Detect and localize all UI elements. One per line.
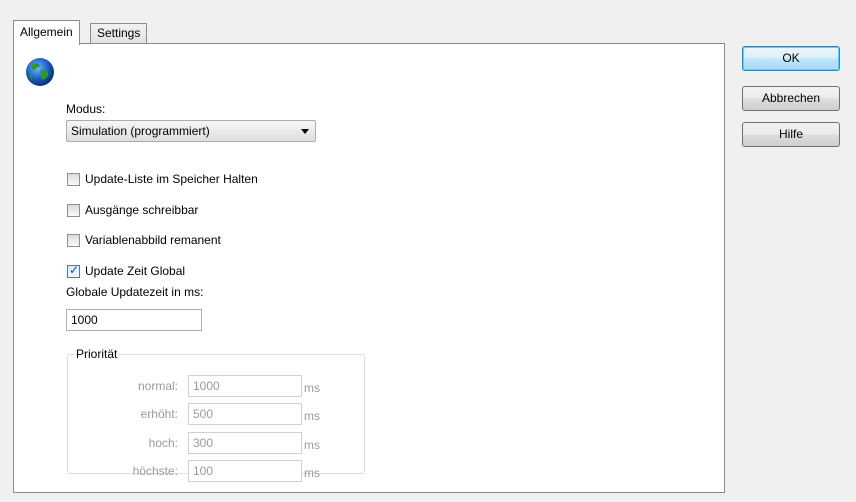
checkbox-label-ausgaenge[interactable]: Ausgänge schreibbar (85, 203, 198, 217)
ok-button[interactable]: OK (742, 46, 840, 71)
modus-label: Modus: (66, 102, 106, 116)
priority-label-hoch: hoch: (148, 436, 178, 450)
priority-unit-hoechste: ms (304, 466, 320, 480)
priority-unit-erhoeht: ms (304, 409, 320, 423)
tab-allgemein[interactable]: Allgemein (13, 20, 80, 45)
priority-legend: Priorität (76, 347, 118, 361)
globe-icon (24, 56, 56, 88)
tab-panel-allgemein: Modus: Simulation (programmiert) Update-… (13, 43, 725, 493)
checkbox-update-zeit-global[interactable]: ✓ (67, 263, 80, 278)
checkbox-update-liste[interactable] (67, 173, 80, 186)
cancel-button[interactable]: Abbrechen (742, 86, 840, 111)
checkbox-label-update-liste[interactable]: Update-Liste im Speicher Halten (85, 172, 258, 186)
checkmark-icon: ✓ (69, 263, 80, 277)
priority-input-normal: 1000 (188, 375, 302, 397)
priority-unit-normal: ms (304, 381, 320, 395)
checkbox-label-update-zeit-global[interactable]: Update Zeit Global (85, 264, 185, 278)
priority-input-hoch: 300 (188, 432, 302, 454)
priority-label-normal: normal: (137, 379, 178, 393)
priority-label-erhoeht: erhöht: (140, 407, 178, 421)
priority-row-hoechste: höchste: 100 ms (68, 460, 366, 482)
priority-row-erhoeht: erhöht: 500 ms (68, 403, 366, 425)
modus-select[interactable]: Simulation (programmiert) (66, 120, 316, 142)
global-update-label: Globale Updatezeit in ms: (66, 285, 204, 299)
modus-select-value: Simulation (programmiert) (71, 124, 210, 138)
priority-input-hoechste: 100 (188, 460, 302, 482)
priority-row-normal: normal: 1000 ms (68, 375, 366, 397)
help-button[interactable]: Hilfe (742, 122, 840, 147)
priority-unit-hoch: ms (304, 438, 320, 452)
priority-row-hoch: hoch: 300 ms (68, 432, 366, 454)
priority-label-hoechste: höchste: (132, 464, 178, 478)
priority-input-erhoeht: 500 (188, 403, 302, 425)
tab-settings[interactable]: Settings (90, 23, 148, 43)
priority-group: Priorität normal: 1000 ms erhöht: 500 ms… (67, 347, 366, 482)
chevron-down-icon (301, 129, 309, 134)
checkbox-ausgaenge[interactable] (67, 204, 80, 217)
checkbox-variablenabbild[interactable] (67, 234, 80, 247)
checkbox-label-variablenabbild[interactable]: Variablenabbild remanent (85, 233, 221, 247)
global-update-input[interactable]: 1000 (66, 309, 202, 331)
